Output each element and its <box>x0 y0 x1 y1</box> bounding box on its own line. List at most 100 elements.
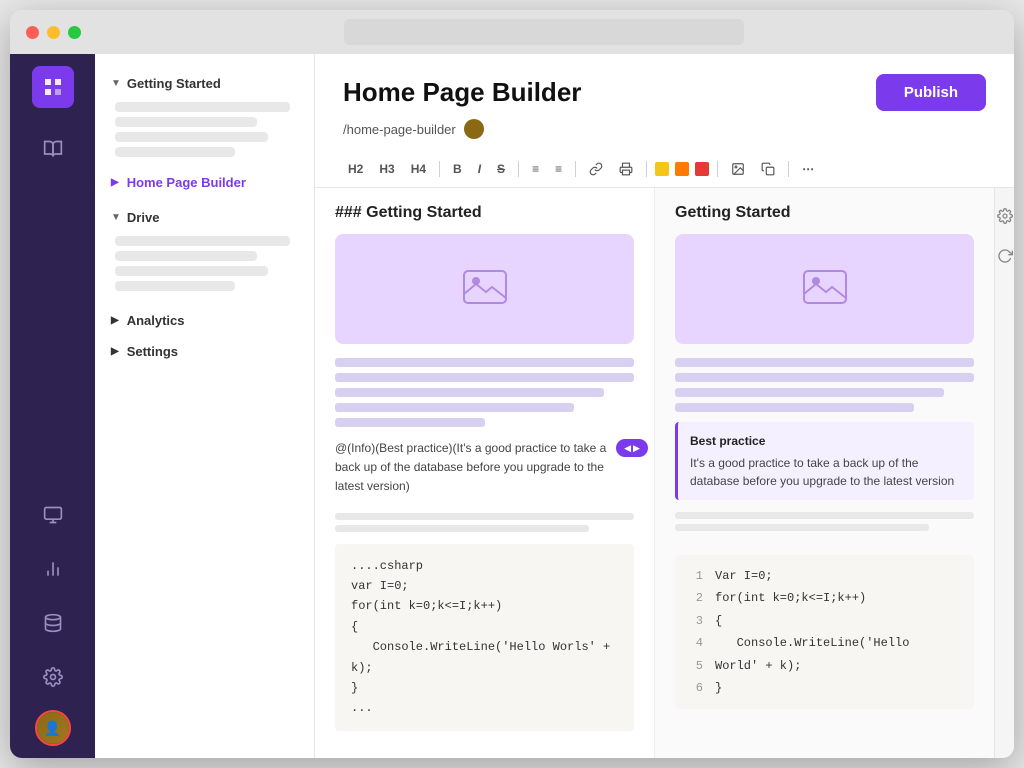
left-arrow-icon: ◀ <box>624 443 631 454</box>
text-line <box>675 358 974 367</box>
toolbar-copy[interactable] <box>756 159 780 179</box>
nav-placeholder-6 <box>115 251 257 261</box>
nav-section-getting-started[interactable]: ▼ Getting Started <box>95 70 314 97</box>
code-line: } <box>351 678 618 698</box>
close-button[interactable] <box>26 26 39 39</box>
logo[interactable] <box>32 66 74 108</box>
toolbar-divider-6 <box>788 161 789 177</box>
toolbar-list-ordered[interactable]: ≡ <box>550 159 567 179</box>
library-icon[interactable] <box>32 128 74 170</box>
avatar-image: 👤 <box>37 712 69 744</box>
nav-placeholder-5 <box>115 236 290 246</box>
toolbar-divider-2 <box>518 161 519 177</box>
text-line <box>675 388 944 397</box>
nav-item-settings-label: Settings <box>127 344 178 359</box>
settings-panel-icon[interactable] <box>993 204 1015 228</box>
toolbar-h3[interactable]: H3 <box>374 159 399 179</box>
nav-item-home-page-builder[interactable]: ▶ Home Page Builder <box>95 167 314 198</box>
toolbar-list-unordered[interactable]: ≡ <box>527 159 544 179</box>
toolbar-divider-5 <box>717 161 718 177</box>
line-number: 6 <box>687 678 703 698</box>
maximize-button[interactable] <box>68 26 81 39</box>
nav-item-active-label: Home Page Builder <box>127 175 246 190</box>
toolbar-divider-3 <box>575 161 576 177</box>
image-placeholder-left <box>335 234 634 344</box>
text-line <box>335 418 485 427</box>
text-line <box>675 373 974 382</box>
code-row-4: 4 Console.WriteLine('Hello <box>675 632 974 654</box>
code-line: ... <box>351 698 618 718</box>
code-row-3: 3 { <box>675 610 974 632</box>
toolbar-h2[interactable]: H2 <box>343 159 368 179</box>
nav-placeholder-7 <box>115 266 268 276</box>
code-content: Var I=0; <box>715 566 773 586</box>
path-avatar <box>464 119 484 139</box>
url-bar[interactable] <box>344 19 744 45</box>
editor-title-row: Home Page Builder Publish <box>343 74 986 111</box>
right-section-heading: Getting Started <box>675 204 974 222</box>
nav-item-settings[interactable]: ▶ Settings <box>95 336 314 367</box>
sidebar-bottom: 👤 <box>32 494 74 746</box>
toolbar-print[interactable] <box>614 159 638 179</box>
toggle-button[interactable]: ◀ ▶ <box>616 439 648 457</box>
nav-panel: ▼ Getting Started ▶ Home Page Builder ▼ … <box>95 54 315 758</box>
toolbar-bold[interactable]: B <box>448 159 467 179</box>
sep-line <box>335 525 589 532</box>
toolbar-h4[interactable]: H4 <box>406 159 431 179</box>
nav-placeholder-1 <box>115 102 290 112</box>
toolbar-color-yellow[interactable] <box>655 162 669 176</box>
code-content: { <box>715 611 722 631</box>
chart-icon[interactable] <box>32 548 74 590</box>
toolbar-link[interactable] <box>584 159 608 179</box>
sep-line <box>675 512 974 519</box>
right-pane: Getting Started <box>655 188 994 758</box>
code-line: { <box>351 617 618 637</box>
code-line: Console.WriteLine('Hello Worls' + k); <box>351 637 618 678</box>
toolbar-strikethrough[interactable]: S <box>492 159 510 179</box>
text-line <box>335 388 604 397</box>
line-number: 3 <box>687 611 703 631</box>
left-section-heading: ### Getting Started <box>335 204 634 222</box>
database-icon[interactable] <box>32 602 74 644</box>
expand-arrow-drive: ▼ <box>111 212 121 223</box>
toolbar-italic[interactable]: I <box>473 159 486 179</box>
app-body: 👤 ▼ Getting Started ▶ Home Page Builder … <box>10 54 1014 758</box>
code-row-1: 1 Var I=0; <box>675 565 974 587</box>
expand-arrow-analytics: ▶ <box>111 315 119 326</box>
code-line: for(int k=0;k<=I;k++) <box>351 596 618 616</box>
toolbar-more[interactable]: ⋯ <box>797 159 819 179</box>
toolbar-divider-1 <box>439 161 440 177</box>
toolbar-color-red[interactable] <box>695 162 709 176</box>
expand-arrow-settings: ▶ <box>111 346 119 357</box>
info-block-container: @(Info)(Best practice)(It's a good pract… <box>335 439 634 497</box>
nav-placeholder-4 <box>115 147 235 157</box>
code-row-2: 2 for(int k=0;k<=I;k++) <box>675 587 974 609</box>
left-pane: ### Getting Started <box>315 188 655 758</box>
sep-line <box>675 524 929 531</box>
page-title: Home Page Builder <box>343 77 581 108</box>
avatar[interactable]: 👤 <box>35 710 71 746</box>
expand-arrow: ▼ <box>111 78 121 89</box>
text-line <box>335 373 634 382</box>
monitor-icon[interactable] <box>32 494 74 536</box>
info-block-raw: @(Info)(Best practice)(It's a good pract… <box>335 439 634 497</box>
publish-button[interactable]: Publish <box>876 74 986 111</box>
nav-section-drive[interactable]: ▼ Drive <box>95 204 314 231</box>
gear-icon[interactable] <box>32 656 74 698</box>
nav-placeholder-8 <box>115 281 235 291</box>
nav-item-analytics-label: Analytics <box>127 313 185 328</box>
refresh-panel-icon[interactable] <box>993 244 1015 268</box>
toolbar-image[interactable] <box>726 159 750 179</box>
minimize-button[interactable] <box>47 26 60 39</box>
toolbar: H2 H3 H4 B I S ≡ ≡ <box>343 151 986 187</box>
editor-header: Home Page Builder Publish /home-page-bui… <box>315 54 1014 188</box>
code-content: Console.WriteLine('Hello <box>715 633 909 653</box>
line-number: 2 <box>687 588 703 608</box>
code-block-raw: ....csharp var I=0; for(int k=0;k<=I;k++… <box>335 544 634 731</box>
separator-lines-right <box>675 512 974 531</box>
code-line: var I=0; <box>351 576 618 596</box>
nav-item-analytics[interactable]: ▶ Analytics <box>95 305 314 336</box>
code-content: for(int k=0;k<=I;k++) <box>715 588 866 608</box>
toolbar-color-orange[interactable] <box>675 162 689 176</box>
info-callout: Best practice It's a good practice to ta… <box>675 422 974 500</box>
